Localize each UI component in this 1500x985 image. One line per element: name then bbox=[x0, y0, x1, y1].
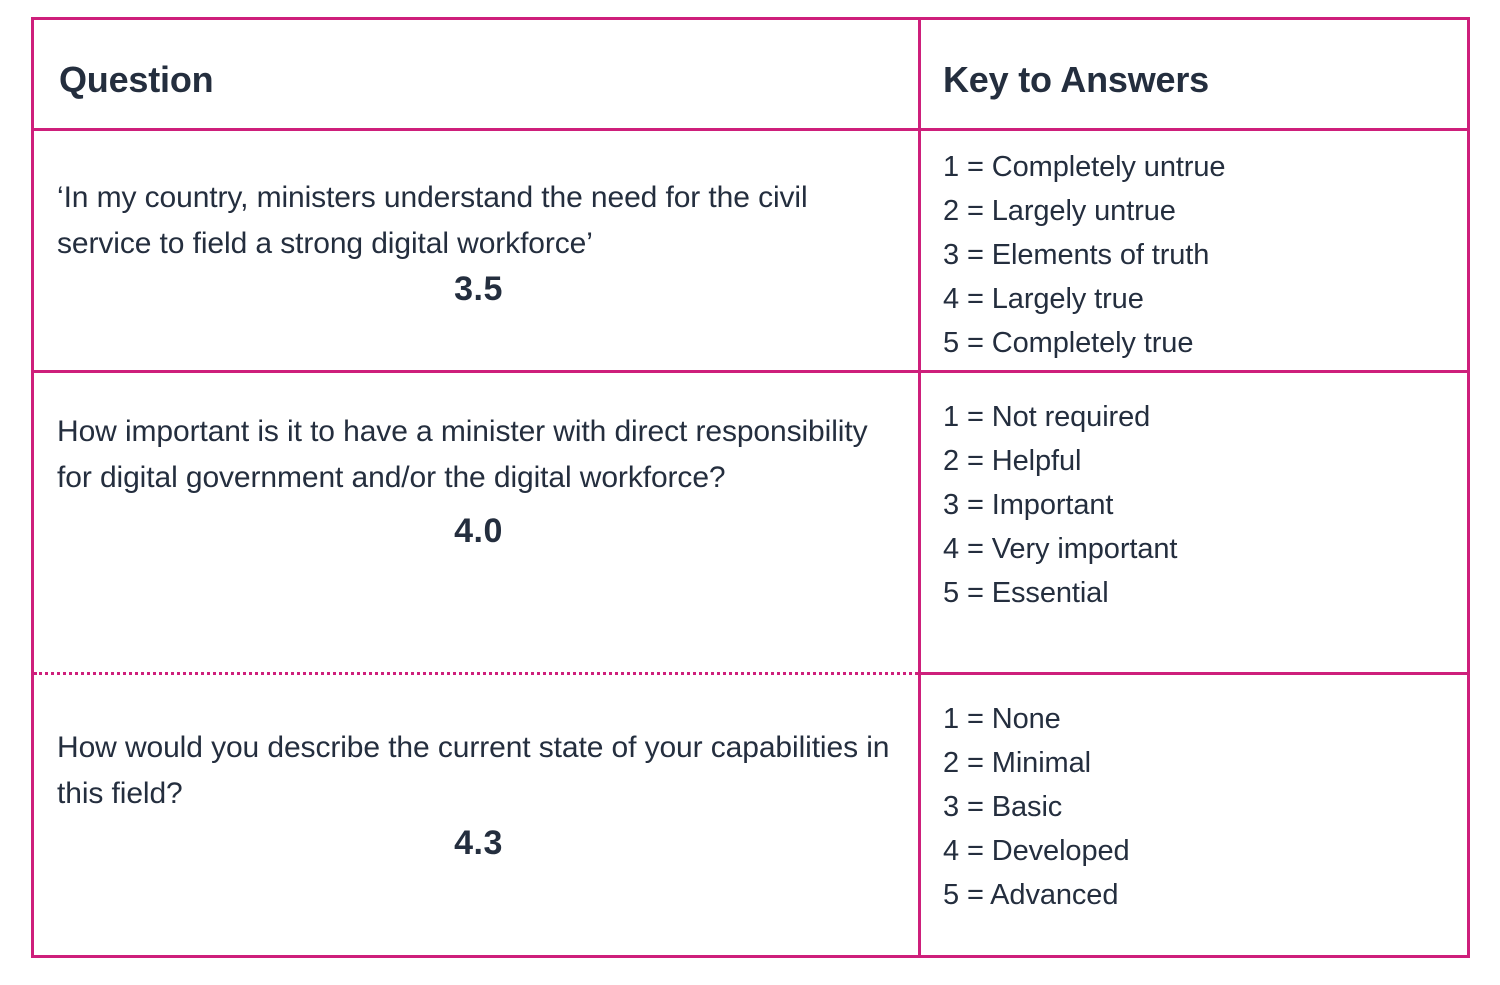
key-list-item: 3 = Important bbox=[943, 489, 1114, 522]
table-row: ‘In my country, ministers understand the… bbox=[34, 131, 1467, 373]
key-list-item: 2 = Largely untrue bbox=[943, 195, 1176, 228]
key-cell-1: 1 = Completely untrue 2 = Largely untrue… bbox=[918, 131, 1467, 370]
header-cell-question: Question bbox=[34, 20, 918, 128]
key-list-item: 5 = Essential bbox=[943, 577, 1109, 610]
column-header-key: Key to Answers bbox=[943, 59, 1209, 100]
key-list-item: 1 = None bbox=[943, 703, 1061, 735]
key-list-1: 1 = Completely untrue 2 = Largely untrue… bbox=[943, 145, 1455, 365]
key-list-item: 4 = Very important bbox=[943, 533, 1178, 566]
table-grid: Question Key to Answers ‘In my country, … bbox=[34, 20, 1467, 955]
key-list-item: 3 = Elements of truth bbox=[943, 239, 1210, 272]
table-header-row: Question Key to Answers bbox=[34, 20, 1467, 131]
key-list-item: 2 = Minimal bbox=[943, 747, 1091, 780]
table-row: How would you describe the current state… bbox=[34, 675, 1467, 955]
question-score-1: 3.5 bbox=[454, 270, 503, 309]
question-text-2: How important is it to have a minister w… bbox=[57, 415, 868, 494]
key-list-item: 1 = Completely untrue bbox=[943, 151, 1226, 183]
question-block-1: ‘In my country, ministers understand the… bbox=[57, 175, 900, 309]
key-list-item: 5 = Completely true bbox=[943, 327, 1194, 360]
question-score-2: 4.0 bbox=[454, 512, 503, 551]
key-list-item: 1 = Not required bbox=[943, 401, 1151, 433]
key-list-2: 1 = Not required 2 = Helpful 3 = Importa… bbox=[943, 395, 1455, 615]
question-cell-1: ‘In my country, ministers understand the… bbox=[34, 131, 918, 370]
key-list-3: 1 = None 2 = Minimal 3 = Basic 4 = Devel… bbox=[943, 697, 1455, 917]
question-cell-2: How important is it to have a minister w… bbox=[34, 373, 918, 675]
key-list-item: 3 = Basic bbox=[943, 791, 1063, 824]
survey-question-table: Question Key to Answers ‘In my country, … bbox=[31, 17, 1470, 958]
question-block-2: How important is it to have a minister w… bbox=[57, 409, 900, 551]
key-list-item: 4 = Largely true bbox=[943, 283, 1144, 316]
header-cell-key: Key to Answers bbox=[918, 20, 1467, 128]
question-text-1: ‘In my country, ministers understand the… bbox=[57, 181, 808, 260]
key-list-item: 5 = Advanced bbox=[943, 879, 1119, 912]
column-header-question: Question bbox=[59, 59, 214, 100]
question-block-3: How would you describe the current state… bbox=[57, 725, 900, 863]
key-list-item: 2 = Helpful bbox=[943, 445, 1082, 478]
question-text-3: How would you describe the current state… bbox=[57, 731, 890, 810]
key-cell-3: 1 = None 2 = Minimal 3 = Basic 4 = Devel… bbox=[918, 675, 1467, 955]
key-list-item: 4 = Developed bbox=[943, 835, 1130, 868]
question-cell-3: How would you describe the current state… bbox=[34, 675, 918, 955]
question-score-3: 4.3 bbox=[454, 824, 503, 863]
key-cell-2: 1 = Not required 2 = Helpful 3 = Importa… bbox=[918, 373, 1467, 675]
table-row: How important is it to have a minister w… bbox=[34, 373, 1467, 675]
